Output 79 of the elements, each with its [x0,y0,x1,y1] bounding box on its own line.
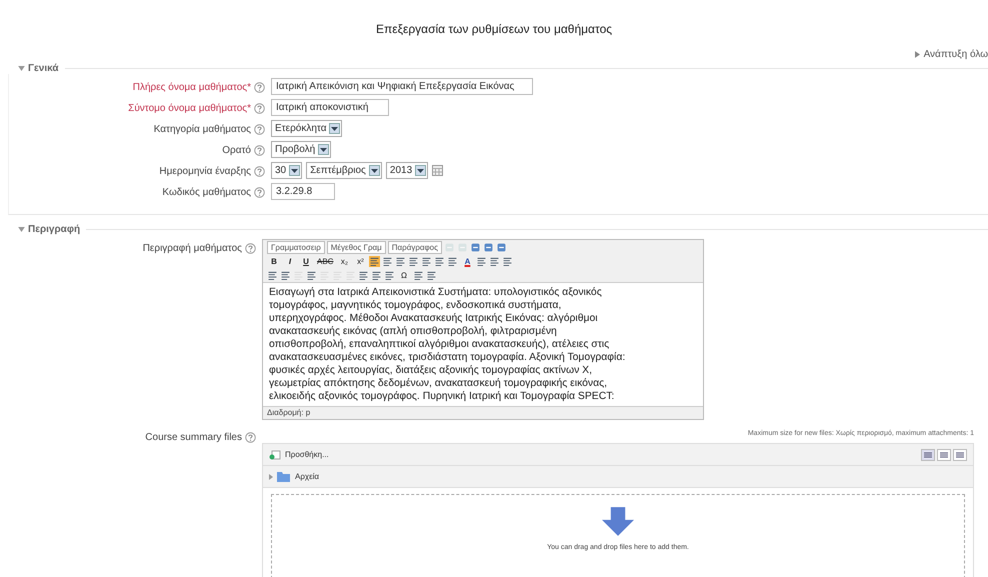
view-toggle-icon[interactable] [937,448,951,460]
dropdown[interactable]: 2013 [386,162,428,179]
add-file-button[interactable]: Προσθήκη... [269,450,329,460]
toolbar-icon[interactable] [434,256,446,266]
toolbar-icon[interactable] [384,270,395,280]
view-toggle-icon[interactable] [953,448,967,460]
help-icon[interactable] [254,187,265,198]
field-label: Ορατό [222,145,251,156]
toolbar-icon[interactable] [421,256,432,266]
text-field[interactable]: 3.2.29.8 [271,183,335,200]
editor-text[interactable]: Εισαγωγή στα Ιατρικά Απεικονιστικά Συστήματα: υπολογιστικός αξονικός τομογράφος, μαγνητικός τομογράφος, ενδοσκοπικά συστήματα, υπερηχογράφος. Μέθοδοι Ανακατασκευής Ιατρικής Εικόνας: αλγόριθμοι ανακατασκευής εικόνας (απλή οπισθοπροβολή, φιλτραρισμένη οπισθοπροβολή, επαναληπτικοί αλγόριθμοι ανακατασκευής), ατέλειες στις ανακατασκευασμένες εικόνες, τρισδιάστατη τομογραφία. Αξονική Τομογραφία: φυσικές αρχές λειτουργίας, διατάξεις αξονικής τομογραφίας ακτίνων Χ, γεωμετρίας απόκτησης δεδομένων, ανακατασκευή τομογραφικής εικόνας, ελικοειδής αξονικός τομογράφος. Πυρηνική Ιατρική και Τομογραφία SPECT: [263,282,703,407]
caret-icon [18,66,25,70]
toolbar-icon[interactable] [371,270,382,280]
text-field[interactable]: Ιατρική αποκονιστική [271,99,389,116]
dropdown[interactable]: Προβολή [271,141,332,158]
toolbar-icon[interactable] [306,270,317,280]
field-label: Κωδικός μαθήματος [162,187,251,198]
caret-icon [329,123,340,134]
toolbar-icon[interactable] [496,242,507,252]
help-icon[interactable] [254,166,265,177]
folder-icon [269,470,291,482]
field-label: Κατηγορία μαθήματος [154,124,251,135]
caret-icon [368,165,380,176]
toolbar-button[interactable]: ABC [315,256,336,266]
toolbar-button[interactable]: Ω [397,270,411,280]
caret-icon [18,226,25,232]
expand-all-link[interactable]: Ανάπτυξη όλω [914,46,988,62]
help-icon[interactable] [254,103,265,114]
help-icon[interactable] [245,243,256,254]
help-icon[interactable] [254,124,265,135]
view-toggle-icon[interactable] [921,448,935,460]
toolbar-icon[interactable] [358,270,369,280]
field-label: Course summary files [145,432,242,443]
toolbar-icon[interactable] [476,256,488,266]
caret-icon [318,144,330,155]
folder-item[interactable]: Αρχεία [269,470,320,482]
add-file-icon [269,450,281,460]
toolbar-button[interactable]: B [267,256,281,266]
caret-icon [289,165,300,176]
field-label: Σύντομο όνομα μαθήματος* [128,103,251,114]
field-label: Πλήρες όνομα μαθήματος* [132,82,251,93]
caret-icon [415,165,426,176]
dropdown[interactable]: 30 [271,162,302,179]
toolbar-icon[interactable] [447,256,458,266]
toolbar-icon[interactable] [426,270,437,280]
toolbar-icon[interactable] [408,256,420,266]
field-label: Ημερομηνία έναρξης [159,166,251,177]
text-field[interactable]: Ιατρική Απεικόνιση και Ψηφιακή Επεξεργασία Εικόνας [271,78,533,95]
page-title: Επεξεργασία των ρυθμίσεων του μαθήματος [374,21,614,38]
toolbar-button[interactable]: A [460,256,474,266]
toolbar-icon[interactable] [369,256,380,266]
editor-path: Διαδρομή: p [267,408,310,417]
calendar-icon[interactable] [432,165,444,176]
dropdown[interactable]: Ετερόκλητα [271,120,342,137]
toolbar-button[interactable]: I [283,256,297,266]
toolbar-icon[interactable] [382,256,394,266]
section-legend[interactable]: Περιγραφή [18,224,80,234]
field-label: Περιγραφή μαθήματος [142,243,242,254]
dropdown[interactable]: Σεπτέμβριος [306,162,382,179]
toolbar-button[interactable]: x² [353,256,368,266]
section-legend[interactable]: Γενικά [18,62,58,74]
toolbar-dropdown[interactable]: Γραμματοσειρ [267,240,325,254]
toolbar-icon[interactable] [267,270,278,280]
help-icon[interactable] [245,432,256,443]
toolbar-button[interactable]: U [299,256,313,266]
toolbar-icon[interactable] [395,256,406,266]
toolbar-icon[interactable] [280,270,291,280]
toolbar-dropdown[interactable]: Μέγεθος Γραμ [326,240,386,254]
toolbar-button[interactable]: x₂ [337,256,352,266]
toolbar-icon[interactable] [413,270,424,280]
toolbar-icon[interactable] [489,256,500,266]
toolbar-icon[interactable] [470,242,481,252]
toolbar-dropdown[interactable]: Παράγραφος [388,240,442,254]
toolbar-icon[interactable] [502,256,514,266]
toolbar-icon[interactable] [482,242,494,252]
help-icon[interactable] [254,145,265,156]
down-arrow-icon [602,507,634,536]
triangle-icon [914,50,920,58]
help-icon[interactable] [254,82,265,93]
